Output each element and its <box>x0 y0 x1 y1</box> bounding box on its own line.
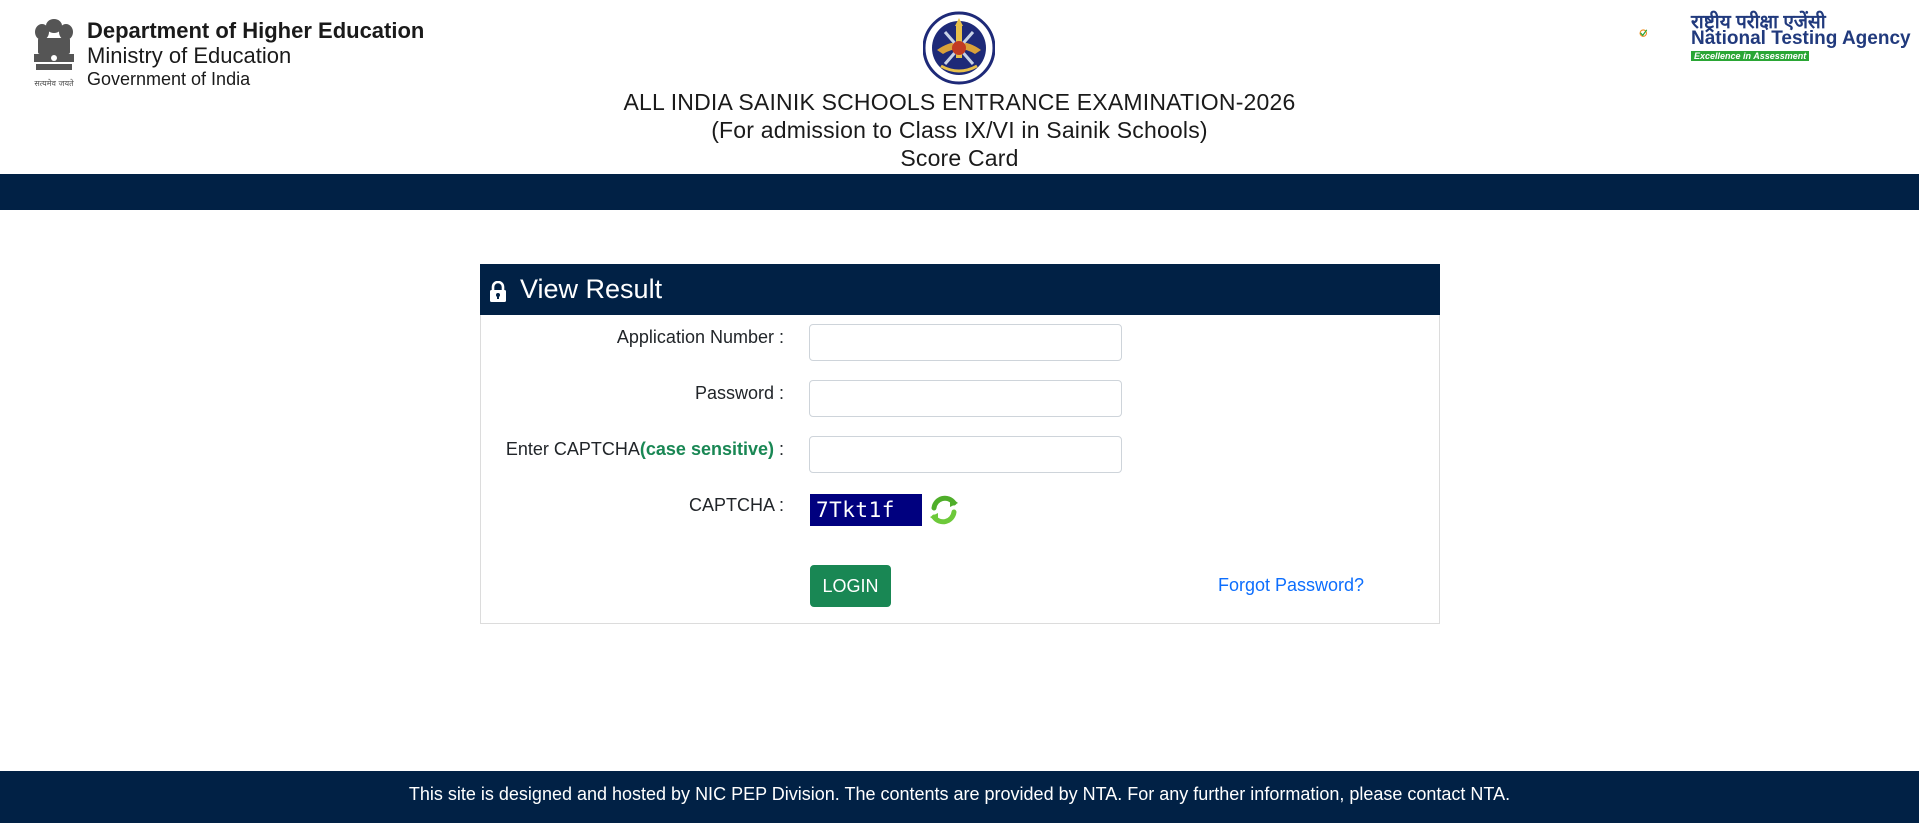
nta-tagline: Excellence in Assessment <box>1691 51 1810 61</box>
card-title: View Result <box>520 274 663 304</box>
password-label: Password : <box>694 383 784 403</box>
exam-title-block: ALL INDIA SAINIK SCHOOLS ENTRANCE EXAMIN… <box>0 88 1919 172</box>
national-emblem-icon: सत्यमेव जयते <box>34 19 74 88</box>
login-button[interactable]: LOGIN <box>810 565 891 607</box>
captcha-image: 7Tkt1f <box>810 494 922 526</box>
sainik-school-crest-icon <box>923 11 995 85</box>
forgot-password-link[interactable]: Forgot Password? <box>1218 575 1364 596</box>
svg-text:सत्यमेव जयते: सत्यमेव जयते <box>34 78 74 88</box>
exam-subtitle: (For admission to Class IX/VI in Sainik … <box>711 117 1208 143</box>
ministry-name-block: Department of Higher Education Ministry … <box>87 18 424 90</box>
case-sensitive-note: (case sensitive) <box>639 439 774 459</box>
footer-text: This site is designed and hosted by NIC … <box>408 784 1511 804</box>
refresh-icon[interactable] <box>926 492 962 528</box>
header-band <box>0 174 1919 210</box>
lock-icon <box>490 281 506 302</box>
captcha-entry-label: Enter CAPTCHA(case sensitive) : <box>506 439 784 460</box>
password-input[interactable] <box>809 380 1122 417</box>
captcha-entry-label-suffix: : <box>773 439 784 459</box>
government-name: Government of India <box>87 69 251 89</box>
exam-title: ALL INDIA SAINIK SCHOOLS ENTRANCE EXAMIN… <box>623 89 1296 115</box>
application-number-label: Application Number : <box>616 327 784 347</box>
nta-logo-icon <box>1639 29 1648 37</box>
nta-english-name: National Testing Agency <box>1691 28 1911 49</box>
ministry-name: Ministry of Education <box>87 43 292 68</box>
page-footer: This site is designed and hosted by NIC … <box>0 771 1919 823</box>
captcha-input[interactable] <box>809 436 1122 473</box>
captcha-entry-label-text: Enter CAPTCHA <box>505 439 640 459</box>
page-heading: Score Card <box>900 145 1019 171</box>
dept-name: Department of Higher Education <box>87 18 425 43</box>
card-header: View Result <box>480 264 1440 315</box>
application-number-input[interactable] <box>809 324 1122 361</box>
captcha-label: CAPTCHA : <box>688 495 784 515</box>
view-result-card: View Result Application Number : Passwor… <box>480 264 1440 624</box>
page-header: सत्यमेव जयते Department of Higher Educat… <box>0 0 1919 174</box>
